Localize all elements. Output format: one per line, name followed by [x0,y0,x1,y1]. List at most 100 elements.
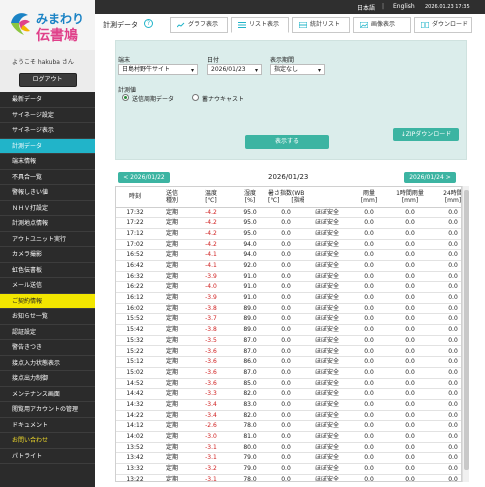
sidebar-item[interactable]: サイネージ表示 [0,123,95,139]
method-radio-periodic[interactable] [122,94,129,101]
tab-stats-label: 統計リスト [310,21,341,28]
table-scrollbar-thumb[interactable] [464,190,469,470]
table-cell: 15:22 [116,345,154,358]
table-cell: -3.4 [190,399,232,411]
table-cell: 13:32 [116,463,154,475]
table-cell: 0.0 [388,356,432,368]
table-cell: 0.0 [268,249,304,261]
sidebar-item[interactable]: ＮＨＶ打設定 [0,201,95,216]
sidebar-item[interactable]: 接点入力状態表示 [0,356,95,371]
table-cell: 0.0 [432,239,461,251]
data-table-container[interactable]: 時刻送信種別温度[℃]湿度[%]暑さ指数(WBGT)[℃] [指標]雨量[mm]… [115,186,462,482]
table-cell: 0.0 [350,442,388,454]
sidebar-item[interactable]: 虹色伝書板 [0,263,95,278]
table-cell: 16:12 [116,292,154,304]
table-cell: 定期 [154,292,190,304]
table-header-cell: 送信 種別 [154,187,190,208]
table-cell: 91.0 [232,271,268,283]
lang-english-link[interactable]: English [393,3,415,10]
sidebar-item[interactable]: 計測データ [0,138,95,154]
lang-japanese-link[interactable]: 日本語 [357,3,375,12]
table-cell: 14:52 [116,378,154,390]
zip-download-button[interactable]: ↓ZIPダウンロード [393,128,459,141]
table-cell: 定期 [154,249,190,261]
table-scrollbar[interactable] [462,186,469,482]
table-cell: 82.0 [232,410,268,422]
current-datetime: 2026.01.23 17:35 [425,4,470,10]
prev-date-button[interactable]: < 2026/01/22 [118,172,170,183]
method-radio-nowcast[interactable] [192,94,199,101]
table-cell: 定期 [154,378,190,390]
table-cell: 15:12 [116,356,154,368]
table-row: 13:32 定期 -3.2 79.0 0.0 ほぼ安全 0.0 0.0 0.0 [116,463,461,475]
table-cell: 0.0 [350,474,388,481]
sidebar-item[interactable]: 認証設定 [0,325,95,340]
table-cell: 定期 [154,474,190,481]
table-cell: 0.0 [268,399,304,411]
table-cell: 0.0 [388,335,432,347]
table-cell: 94.0 [232,249,268,261]
sidebar-item[interactable]: お知らせ一覧 [0,309,95,325]
tab-image[interactable]: 画像表示 [353,17,411,33]
table-cell: ほぼ安全 [304,431,350,443]
table-cell: 78.0 [232,420,268,432]
table-cell: 0.0 [268,260,304,272]
table-header-text: [%] [244,196,256,204]
next-date-button[interactable]: 2026/01/24 > [404,172,456,183]
show-button[interactable]: 表示する [245,135,329,149]
table-cell: -4.1 [190,260,232,272]
device-label: 端末 [118,57,131,64]
table-header-cell: 暑さ指数(WBGT)[℃] [指標] [268,187,304,208]
tab-graph[interactable]: グラフ表示 [170,17,228,33]
sidebar-item[interactable]: ご契約情報 [0,293,95,309]
tab-stats[interactable]: 統計リスト [292,17,350,33]
period-select[interactable]: 指定なし ▾ [270,64,325,75]
logout-button[interactable]: ログアウト [18,73,77,87]
table-cell: 0.0 [432,378,461,390]
sidebar-item[interactable]: ドキュメント [0,418,95,433]
sidebar-item[interactable]: 最新データ [0,92,95,108]
tab-list[interactable]: リスト表示 [231,17,289,33]
sidebar-item[interactable]: 接点出力制御 [0,371,95,387]
device-select[interactable]: 日島村野牛サイト ▾ [118,64,198,75]
sidebar-item[interactable]: アウトユニット実行 [0,232,95,247]
table-cell: 0.0 [432,452,461,464]
help-icon[interactable]: ? [144,19,153,28]
sidebar-item[interactable]: 計測地点情報 [0,216,95,232]
logo[interactable]: みまわり 伝書鳩 [0,0,95,50]
table-cell: 14:12 [116,420,154,432]
table-header-cell: 温度 [℃] [190,187,232,208]
sidebar-item[interactable]: お問い合わせ [0,433,95,449]
sidebar-item[interactable]: 警報しきい値 [0,185,95,201]
sidebar-item[interactable]: 閲覧用アカウントの管理 [0,402,95,418]
table-cell: 0.0 [350,207,388,219]
sidebar-item[interactable]: カメラ撮影 [0,247,95,263]
table-cell: -3.2 [190,463,232,475]
table-header-text: 種別 [165,196,178,204]
table-cell: -3.6 [190,378,232,390]
table-cell: 0.0 [268,442,304,454]
logo-text-line2: 伝書鳩 [36,28,78,44]
sidebar-item[interactable]: メール送信 [0,278,95,294]
sidebar-item[interactable]: サイネージ設定 [0,108,95,123]
table-cell: 定期 [154,207,190,219]
table-cell: 89.0 [232,313,268,326]
sidebar-item[interactable]: 警告きつき [0,340,95,356]
sidebar-item[interactable]: メンテナンス画面 [0,387,95,402]
table-cell: 0.0 [268,474,304,481]
table-row: 17:12 定期 -4.2 95.0 0.0 ほぼ安全 0.0 0.0 0.0 [116,228,461,240]
table-cell: 0.0 [432,217,461,229]
table-cell: ほぼ安全 [304,271,350,283]
sidebar-item[interactable]: 端末情報 [0,154,95,170]
date-select[interactable]: 2026/01/23 ▾ [207,64,262,75]
table-row: 15:52 定期 -3.7 89.0 0.0 ほぼ安全 0.0 0.0 0.0 [116,313,461,326]
table-cell: 0.0 [268,335,304,347]
sidebar-item[interactable]: パトライト [0,449,95,464]
table-cell: -3.1 [190,442,232,454]
tab-download[interactable]: ダウンロード [414,17,472,33]
method-label: 計測値 [118,87,137,94]
sidebar-item[interactable]: 不具合一覧 [0,170,95,185]
table-cell: ほぼ安全 [304,292,350,304]
table-cell: 定期 [154,303,190,315]
chevron-down-icon: ▾ [254,67,258,74]
